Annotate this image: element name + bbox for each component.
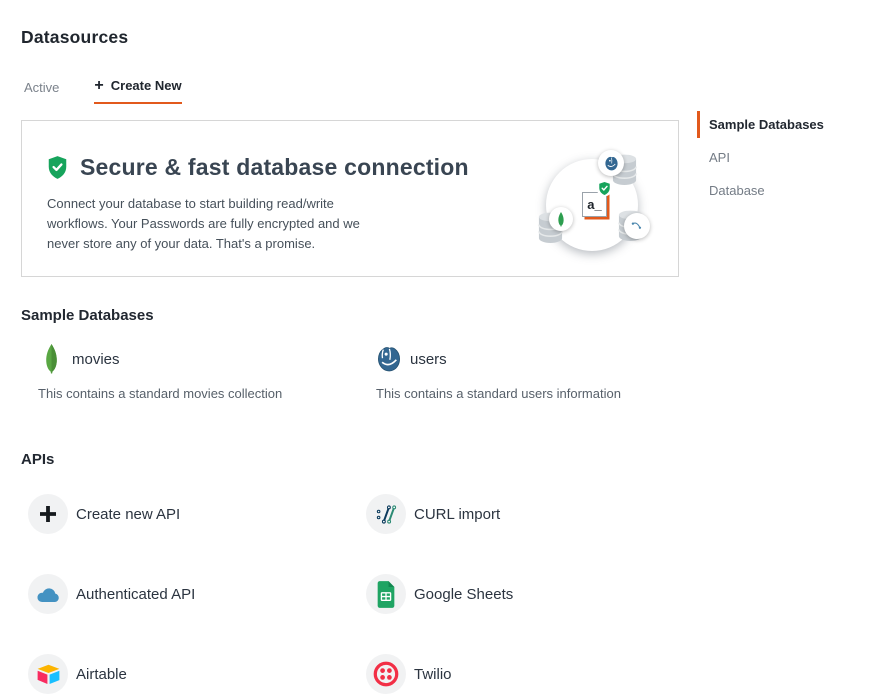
sample-db-item-users[interactable]: users This contains a standard users inf…: [366, 344, 704, 401]
tab-active-datasources[interactable]: Active: [24, 80, 59, 104]
api-item-google-sheets[interactable]: Google Sheets: [366, 574, 704, 614]
curl-icon: [366, 494, 406, 534]
api-item-label: Create new API: [76, 506, 180, 523]
api-item-label: Twilio: [414, 666, 452, 683]
banner-title: Secure & fast database connection: [80, 154, 469, 181]
tab-bar: Active + Create New: [21, 78, 896, 104]
shield-check-icon: [47, 156, 68, 179]
sample-db-description: This contains a standard movies collecti…: [28, 386, 366, 401]
api-item-label: CURL import: [414, 506, 500, 523]
sample-db-name: movies: [72, 351, 120, 368]
database-connection-illustration: a_: [532, 152, 654, 268]
api-item-airtable[interactable]: Airtable: [28, 654, 366, 694]
sample-db-description: This contains a standard users informati…: [366, 386, 704, 401]
api-curve-icon: [624, 213, 650, 239]
tab-create-new-label: Create New: [111, 78, 182, 93]
right-nav-item-database[interactable]: Database: [697, 177, 824, 204]
sample-db-item-movies[interactable]: movies This contains a standard movies c…: [28, 344, 366, 401]
banner-description: Connect your database to start building …: [47, 194, 392, 254]
right-nav-item-api[interactable]: API: [697, 144, 824, 171]
plus-icon: [28, 494, 68, 534]
cloud-icon: [28, 574, 68, 614]
mongodb-leaf-icon: [38, 344, 64, 374]
api-item-twilio[interactable]: Twilio: [366, 654, 704, 694]
page-title: Datasources: [21, 27, 896, 48]
api-item-authenticated-api[interactable]: Authenticated API: [28, 574, 366, 614]
api-item-create-new-api[interactable]: Create new API: [28, 494, 366, 534]
airtable-icon: [28, 654, 68, 694]
sample-databases-section: Sample Databases movies This contains a …: [21, 307, 896, 401]
google-sheets-icon: [366, 574, 406, 614]
api-item-label: Airtable: [76, 666, 127, 683]
apis-section: APIs Create new API: [21, 451, 896, 694]
secure-connection-banner: Secure & fast database connection Connec…: [21, 120, 679, 277]
api-item-curl-import[interactable]: CURL import: [366, 494, 704, 534]
postgresql-elephant-icon: [376, 346, 402, 372]
twilio-icon: [366, 654, 406, 694]
shield-check-icon: [595, 179, 613, 197]
right-nav: Sample Databases API Database: [697, 111, 824, 210]
datasources-page: Datasources Active + Create New Secure &…: [0, 0, 896, 694]
api-item-label: Google Sheets: [414, 586, 513, 603]
sample-db-name: users: [410, 351, 447, 368]
api-item-label: Authenticated API: [76, 586, 195, 603]
tab-active-label: Active: [24, 80, 59, 95]
apis-heading: APIs: [21, 451, 896, 468]
tab-create-new[interactable]: + Create New: [94, 78, 181, 104]
postgresql-elephant-icon: [598, 150, 624, 176]
plus-icon: +: [94, 79, 103, 92]
right-nav-item-sample-databases[interactable]: Sample Databases: [697, 111, 824, 138]
sample-databases-heading: Sample Databases: [21, 307, 896, 324]
mongodb-leaf-icon: [549, 207, 573, 231]
